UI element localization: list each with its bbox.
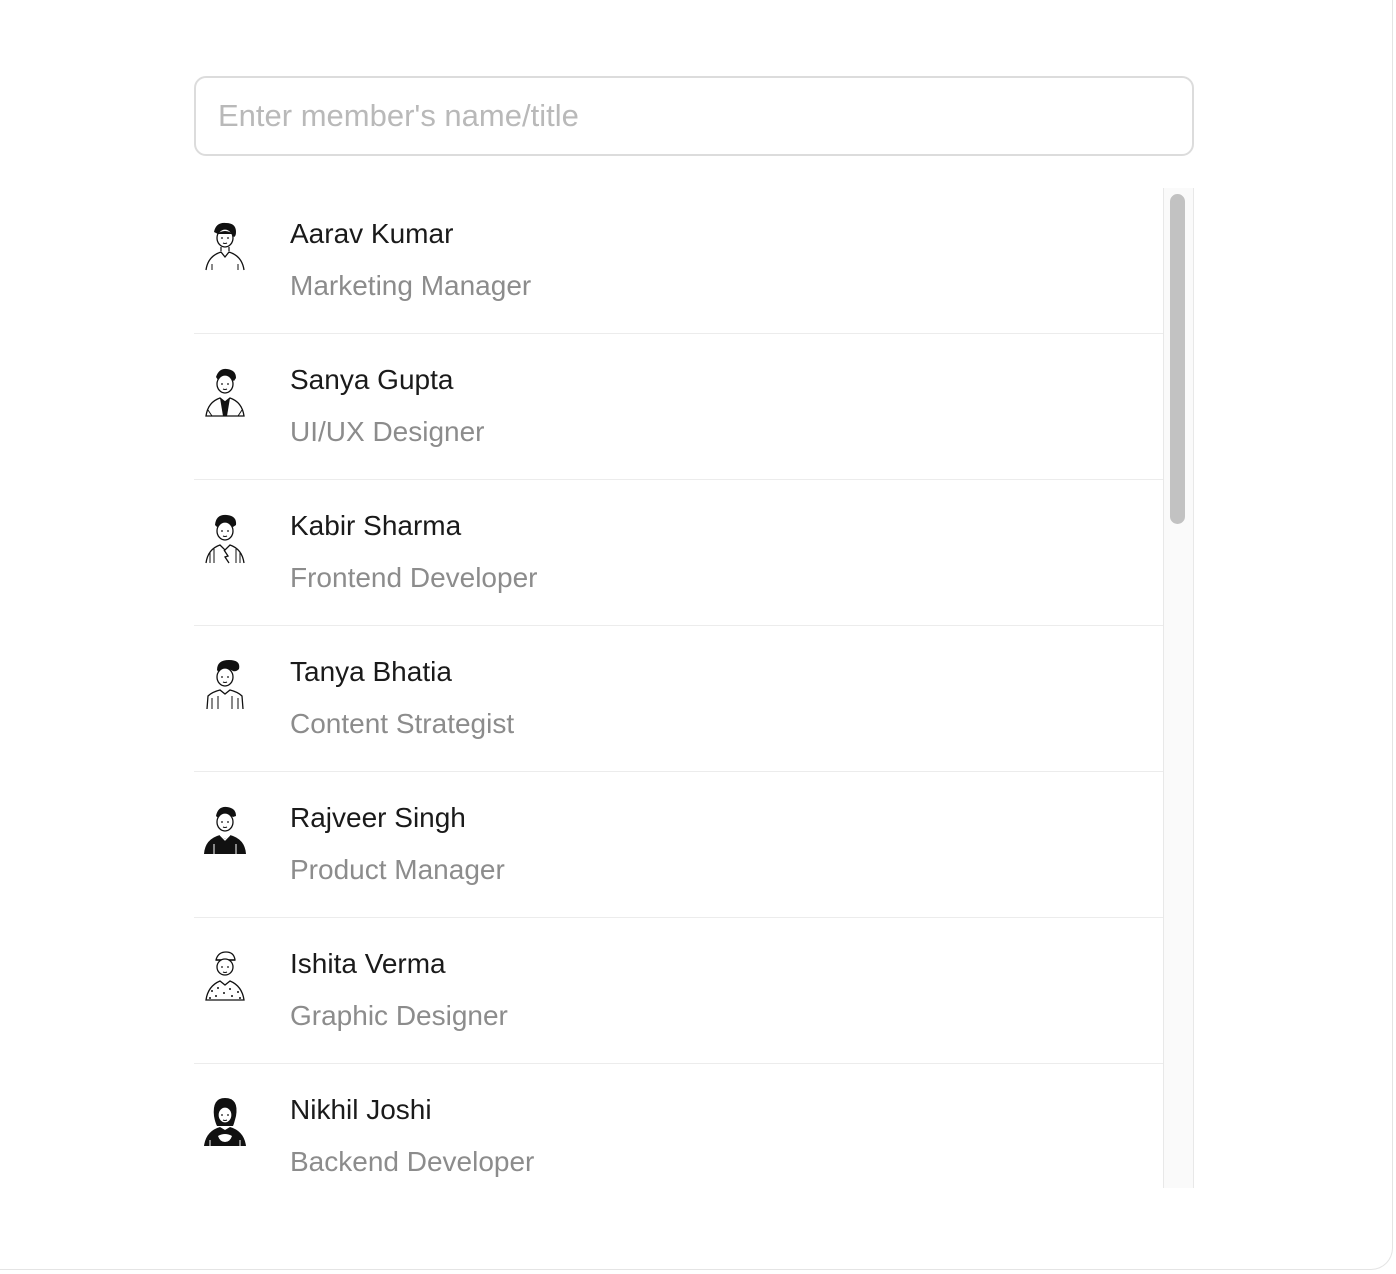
avatar-woman-dark-top-icon — [204, 1098, 246, 1146]
member-title: Graphic Designer — [290, 1000, 508, 1031]
member-title: Content Strategist — [290, 708, 515, 739]
member-list: Aarav Kumar Marketing Manager Sanya Gupt… — [194, 188, 1164, 1188]
member-title: Product Manager — [290, 854, 505, 885]
member-title: Frontend Developer — [290, 562, 538, 593]
member-name: Ishita Verma — [290, 948, 446, 979]
avatar-man-striped-shirt-icon — [205, 514, 245, 564]
member-name: Aarav Kumar — [290, 218, 454, 249]
scrollbar-thumb[interactable] — [1170, 194, 1185, 524]
member-name: Kabir Sharma — [290, 510, 462, 541]
member-search-input[interactable] — [194, 76, 1194, 156]
member-title: Marketing Manager — [290, 270, 532, 301]
member-name: Sanya Gupta — [290, 364, 454, 395]
member-list-item[interactable]: Nikhil Joshi Backend Developer — [194, 1064, 1163, 1188]
member-name: Nikhil Joshi — [290, 1094, 432, 1125]
member-list-container[interactable]: Aarav Kumar Marketing Manager Sanya Gupt… — [194, 188, 1194, 1188]
member-title: UI/UX Designer — [290, 416, 485, 447]
member-name: Rajveer Singh — [290, 802, 466, 833]
member-list-item[interactable]: Sanya Gupta UI/UX Designer — [194, 334, 1163, 480]
avatar-man-dark-sweater-icon — [204, 806, 246, 854]
member-name: Tanya Bhatia — [290, 656, 452, 687]
member-picker-card: Aarav Kumar Marketing Manager Sanya Gupt… — [0, 0, 1393, 1270]
member-list-item[interactable]: Tanya Bhatia Content Strategist — [194, 626, 1163, 772]
member-title: Backend Developer — [290, 1146, 535, 1177]
avatar-man-cap-dotted-shirt-icon — [205, 951, 245, 1001]
avatar-man-curly-hair-icon — [205, 222, 245, 271]
avatar-man-pompadour-icon — [206, 660, 244, 710]
member-list-scrollbar[interactable] — [1164, 188, 1194, 1188]
member-list-item[interactable]: Aarav Kumar Marketing Manager — [194, 188, 1163, 334]
member-list-item[interactable]: Ishita Verma Graphic Designer — [194, 918, 1163, 1064]
member-list-item[interactable]: Rajveer Singh Product Manager — [194, 772, 1163, 918]
member-list-item[interactable]: Kabir Sharma Frontend Developer — [194, 480, 1163, 626]
avatar-man-jacket-icon — [205, 368, 245, 417]
